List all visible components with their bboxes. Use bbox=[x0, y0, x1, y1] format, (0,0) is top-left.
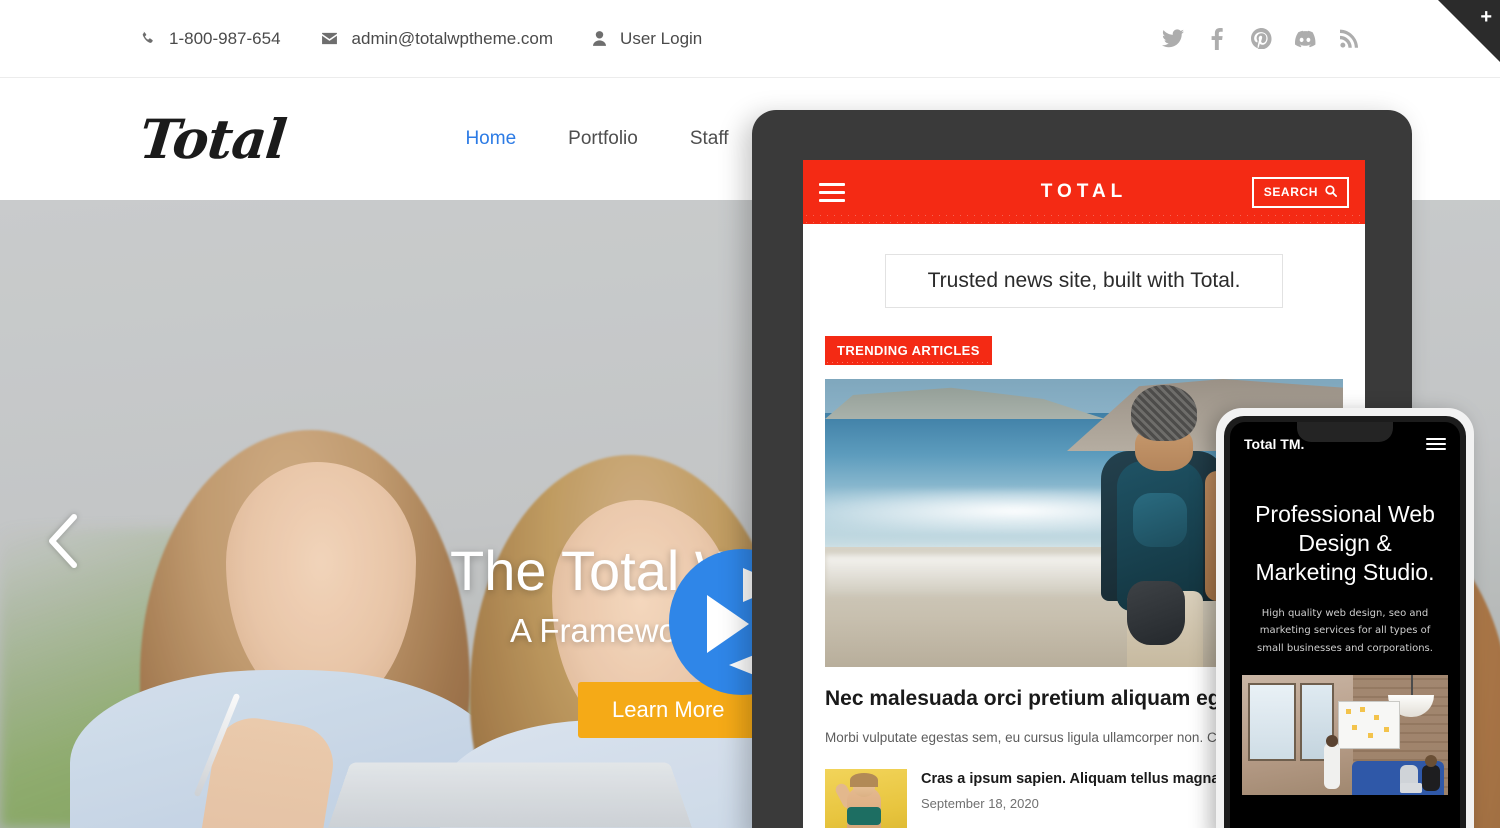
discord-icon[interactable] bbox=[1294, 28, 1316, 50]
rss-icon[interactable] bbox=[1338, 28, 1360, 50]
envelope-icon bbox=[321, 32, 338, 45]
phone-notch bbox=[1297, 422, 1393, 442]
top-bar-contact-group: 1-800-987-654 admin@totalwptheme.com Use… bbox=[140, 29, 742, 49]
social-links bbox=[1162, 27, 1360, 50]
user-login-item[interactable]: User Login bbox=[593, 29, 702, 49]
tablet-search-button[interactable]: SEARCH bbox=[1251, 176, 1349, 208]
phone-heading: Professional Web Design & Marketing Stud… bbox=[1255, 501, 1435, 585]
plus-icon[interactable]: + bbox=[1480, 7, 1492, 27]
nav-item-home[interactable]: Home bbox=[465, 128, 516, 150]
twitter-icon[interactable] bbox=[1162, 28, 1184, 50]
play-triangle-icon bbox=[707, 595, 749, 653]
site-logo[interactable]: Total bbox=[137, 107, 289, 171]
slider-prev-button[interactable] bbox=[34, 505, 90, 581]
top-bar: 1-800-987-654 admin@totalwptheme.com Use… bbox=[0, 0, 1500, 78]
page-root: 1-800-987-654 admin@totalwptheme.com Use… bbox=[0, 0, 1500, 828]
phone-mockup: Total TM. Professional Web Design & Mark… bbox=[1216, 408, 1474, 828]
phone-screen: Total TM. Professional Web Design & Mark… bbox=[1230, 422, 1460, 828]
phone-item[interactable]: 1-800-987-654 bbox=[140, 29, 281, 49]
user-icon bbox=[593, 31, 607, 46]
tablet-tagline: Trusted news site, built with Total. bbox=[885, 254, 1283, 308]
user-login-text: User Login bbox=[620, 28, 703, 48]
secondary-article-thumbnail[interactable] bbox=[825, 769, 907, 828]
email-item[interactable]: admin@totalwptheme.com bbox=[321, 28, 554, 49]
search-icon bbox=[1325, 184, 1337, 200]
nav-item-staff[interactable]: Staff bbox=[690, 128, 729, 150]
chevron-left-icon bbox=[44, 513, 80, 574]
trending-articles-badge[interactable]: TRENDING ARTICLES bbox=[825, 336, 992, 365]
phone-menu-icon[interactable] bbox=[1426, 438, 1446, 450]
phone-hero-image bbox=[1242, 675, 1448, 796]
corner-ribbon[interactable]: + bbox=[1438, 0, 1500, 62]
tablet-site-header: TOTAL SEARCH bbox=[803, 160, 1365, 224]
phone-site-logo[interactable]: Total TM. bbox=[1244, 436, 1304, 452]
phone-paragraph: High quality web design, seo and marketi… bbox=[1257, 607, 1433, 654]
phone-bezel: Total TM. Professional Web Design & Mark… bbox=[1224, 416, 1466, 828]
email-text: admin@totalwptheme.com bbox=[351, 28, 554, 48]
phone-text: 1-800-987-654 bbox=[169, 28, 281, 48]
phone-icon bbox=[140, 31, 155, 46]
tablet-search-label: SEARCH bbox=[1263, 185, 1318, 199]
pinterest-icon[interactable] bbox=[1250, 28, 1272, 50]
facebook-icon[interactable] bbox=[1206, 27, 1228, 50]
nav-item-portfolio[interactable]: Portfolio bbox=[568, 128, 638, 150]
